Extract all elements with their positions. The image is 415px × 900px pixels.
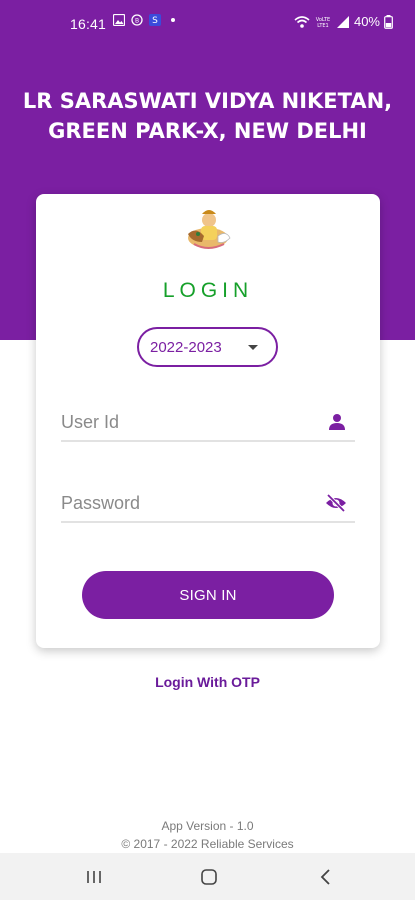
- notification-icons: B S: [113, 14, 179, 26]
- app-s-icon: S: [149, 14, 161, 26]
- saraswati-logo: [188, 210, 231, 249]
- academic-year-dropdown[interactable]: 2022-2023: [137, 327, 278, 367]
- login-with-otp-link[interactable]: Login With OTP: [0, 674, 415, 690]
- signal-icon: [336, 15, 349, 28]
- battery-icon: [384, 14, 393, 29]
- home-icon[interactable]: [199, 867, 219, 887]
- login-title: LOGIN: [162, 279, 254, 302]
- user-id-field[interactable]: User Id: [61, 406, 355, 442]
- recents-icon[interactable]: [84, 867, 104, 887]
- user-id-placeholder: User Id: [61, 412, 120, 432]
- academic-year-value: 2022-2023: [150, 338, 222, 356]
- copyright: © 2017 - 2022 Reliable Services: [121, 837, 294, 851]
- system-icons: VoLTE LTE1 40%: [294, 14, 393, 29]
- status-time: 16:41: [70, 16, 107, 32]
- wifi-icon: [294, 15, 310, 28]
- volte-icon: VoLTE LTE1: [316, 17, 330, 29]
- person-icon: [329, 414, 345, 430]
- password-field[interactable]: Password: [61, 487, 355, 523]
- gallery-icon: [113, 14, 125, 26]
- app-version: App Version - 1.0: [161, 819, 254, 833]
- system-nav-bar: [0, 853, 415, 900]
- sign-in-button[interactable]: SIGN IN: [82, 571, 334, 619]
- whatsapp-icon: B: [131, 14, 143, 26]
- eye-off-icon[interactable]: [325, 493, 347, 513]
- battery-percent: 40%: [353, 14, 380, 29]
- svg-text:B: B: [135, 18, 139, 25]
- back-icon[interactable]: [316, 867, 336, 887]
- login-card: LOGIN 2022-2023 User Id Password SIGN IN: [36, 194, 380, 648]
- dot-icon: [171, 18, 175, 22]
- dropdown-caret-icon: [248, 345, 258, 350]
- school-name: LR SARASWATI VIDYA NIKETAN, GREEN PARK-X…: [22, 89, 393, 143]
- svg-text:LTE1: LTE1: [317, 23, 329, 29]
- password-placeholder: Password: [61, 493, 141, 513]
- svg-text:S: S: [152, 16, 158, 26]
- status-bar: 16:41 B S VoLTE LTE1 40%: [0, 0, 415, 48]
